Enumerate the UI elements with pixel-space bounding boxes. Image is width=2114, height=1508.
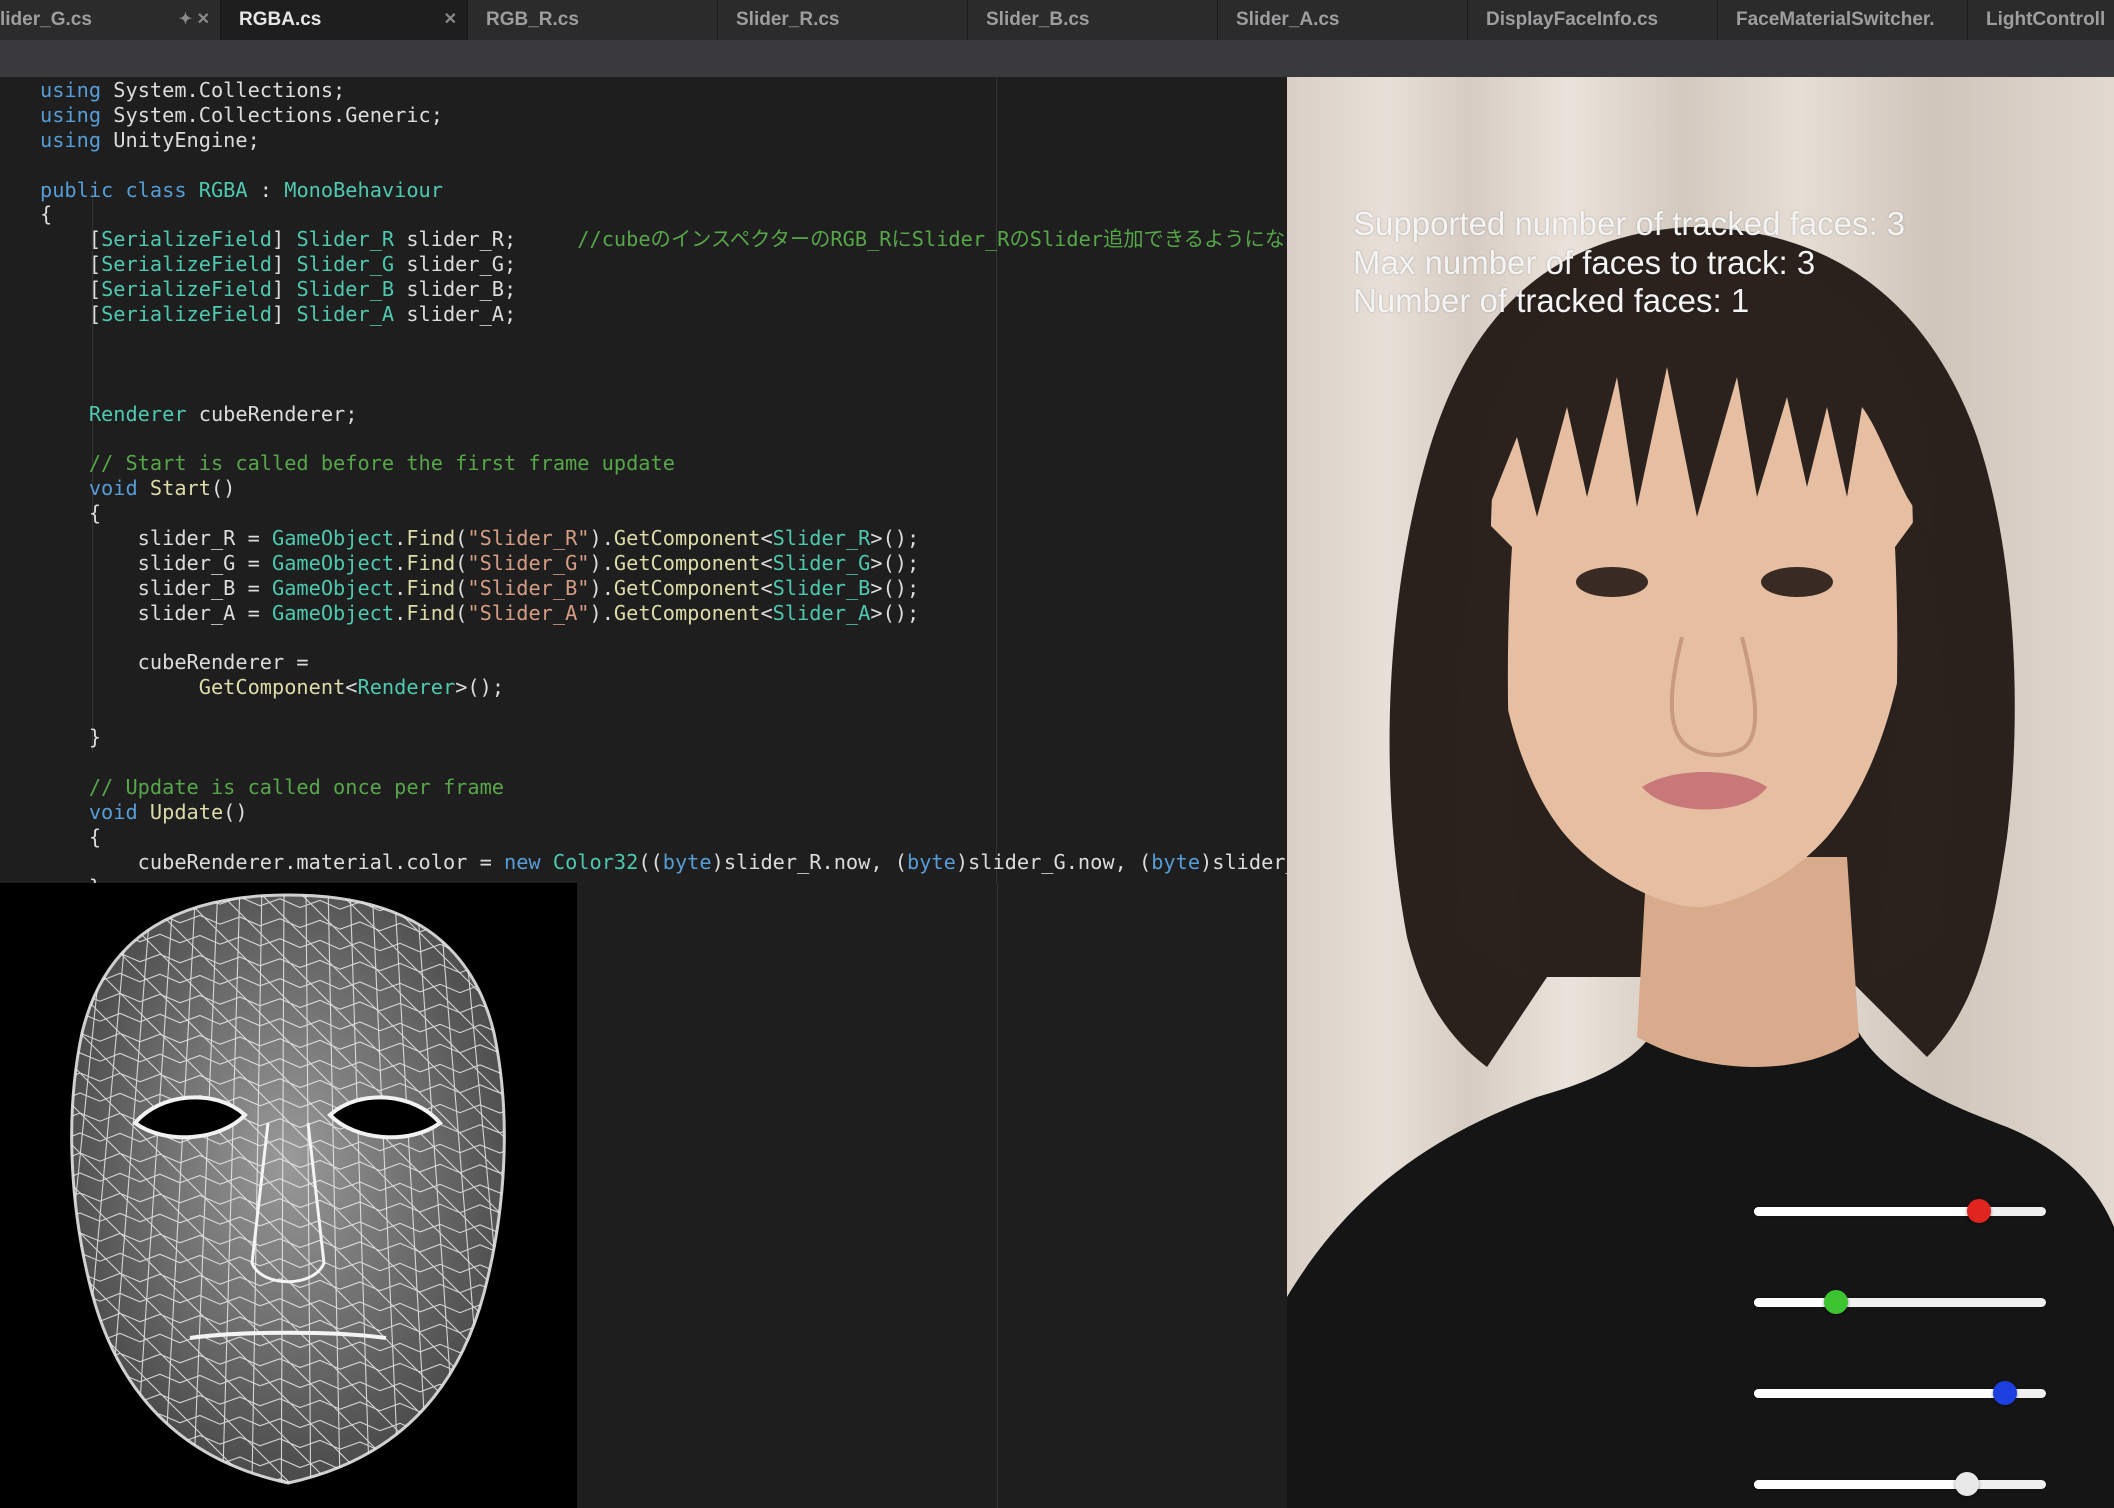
code-line[interactable]: // Update is called once per frame — [40, 775, 1287, 800]
slider-fill — [1754, 1389, 2005, 1398]
code-line[interactable] — [40, 626, 1287, 651]
code-line[interactable] — [40, 153, 1287, 178]
tab-label: LightControll — [1986, 9, 2106, 30]
supported-faces-text: Supported number of tracked faces: 3 — [1353, 205, 1906, 242]
tab-label: RGBA.cs — [239, 9, 322, 30]
tab-rgba-cs[interactable]: RGBA.cs ✕ — [221, 0, 468, 40]
code-line[interactable]: public class RGBA : MonoBehaviour — [40, 178, 1287, 203]
tab-close-icon[interactable]: ✕ — [444, 0, 457, 40]
tab-label: Slider_R.cs — [736, 9, 840, 30]
code-line[interactable] — [40, 327, 1287, 352]
code-line[interactable]: Renderer cubeRenderer; — [40, 402, 1287, 427]
tab-label: Slider_B.cs — [986, 9, 1090, 30]
slider-alpha[interactable] — [1754, 1472, 2046, 1496]
tab-displayfaceinfo-cs[interactable]: DisplayFaceInfo.cs — [1468, 0, 1718, 40]
code-line[interactable]: GetComponent<Renderer>(); — [40, 675, 1287, 700]
code-line[interactable]: [SerializeField] Slider_R slider_R; //cu… — [40, 227, 1287, 252]
code-line[interactable]: using System.Collections.Generic; — [40, 103, 1287, 128]
face-tracking-info: Supported number of tracked faces: 3 Max… — [1353, 205, 1905, 321]
code-line[interactable]: using UnityEngine; — [40, 128, 1287, 153]
slider-red-knob[interactable] — [1967, 1199, 1991, 1223]
editor-toolbar-strip — [0, 40, 2114, 77]
tab-label: FaceMaterialSwitcher. — [1736, 9, 1935, 30]
code-editor-empty-area — [577, 883, 1287, 1508]
code-line[interactable]: [SerializeField] Slider_A slider_A; — [40, 302, 1287, 327]
tab-facematerialswitcher[interactable]: FaceMaterialSwitcher. — [1718, 0, 1968, 40]
code-editor[interactable]: using System.Collections; using System.Co… — [0, 77, 1287, 883]
face-mesh-preview — [0, 883, 577, 1508]
tab-label: RGB_R.cs — [486, 9, 579, 30]
code-line[interactable]: { — [40, 501, 1287, 526]
code-line[interactable] — [40, 377, 1287, 402]
tab-label: DisplayFaceInfo.cs — [1486, 9, 1659, 30]
code-line[interactable]: cubeRenderer.material.color = new Color3… — [40, 850, 1287, 875]
tab-lightcontroll[interactable]: LightControll — [1968, 0, 2114, 40]
tab-label: lider_G.cs — [0, 9, 92, 30]
code-line[interactable]: using System.Collections; — [40, 78, 1287, 103]
tracked-faces-text: Number of tracked faces: 1 — [1353, 282, 1750, 319]
tab-lider-g-cs[interactable]: lider_G.cs ✦ ✕ — [0, 0, 221, 40]
code-line[interactable]: cubeRenderer = — [40, 650, 1287, 675]
tab-rgb-r-cs[interactable]: RGB_R.cs — [468, 0, 718, 40]
code-line[interactable]: [SerializeField] Slider_G slider_G; — [40, 252, 1287, 277]
slider-green[interactable] — [1754, 1290, 2046, 1314]
code-line[interactable]: slider_B = GameObject.Find("Slider_B").G… — [40, 576, 1287, 601]
code-line[interactable]: } — [40, 725, 1287, 750]
slider-fill — [1754, 1480, 1967, 1489]
face-outline — [70, 893, 506, 1485]
code-line[interactable] — [40, 750, 1287, 775]
ar-camera-view: Supported number of tracked faces: 3 Max… — [1287, 77, 2114, 1508]
tab-slider-r-cs[interactable]: Slider_R.cs — [718, 0, 968, 40]
max-faces-text: Max number of faces to track: 3 — [1353, 243, 1816, 281]
slider-alpha-knob[interactable] — [1955, 1472, 1979, 1496]
editor-tab-bar: lider_G.cs ✦ ✕ RGBA.cs ✕ RGB_R.cs Slider_R.cs… — [0, 0, 2114, 40]
slider-fill — [1754, 1207, 1979, 1216]
tab-slider-a-cs[interactable]: Slider_A.cs — [1218, 0, 1468, 40]
tab-label: Slider_A.cs — [1236, 9, 1340, 30]
code-line[interactable] — [40, 426, 1287, 451]
slider-red[interactable] — [1754, 1199, 2046, 1223]
source-code[interactable]: using System.Collections; using System.Co… — [40, 78, 1287, 883]
code-line[interactable]: // Start is called before the first fram… — [40, 451, 1287, 476]
tab-close-icon[interactable]: ✦ ✕ — [179, 0, 210, 40]
code-line[interactable]: { — [40, 825, 1287, 850]
code-line[interactable]: void Update() — [40, 800, 1287, 825]
code-line[interactable]: [SerializeField] Slider_B slider_B; — [40, 277, 1287, 302]
code-line[interactable]: slider_R = GameObject.Find("Slider_R").G… — [40, 526, 1287, 551]
slider-blue-knob[interactable] — [1993, 1381, 2017, 1405]
slider-blue[interactable] — [1754, 1381, 2046, 1405]
code-line[interactable]: slider_G = GameObject.Find("Slider_G").G… — [40, 551, 1287, 576]
tab-slider-b-cs[interactable]: Slider_B.cs — [968, 0, 1218, 40]
code-line[interactable]: slider_A = GameObject.Find("Slider_A").G… — [40, 601, 1287, 626]
code-line[interactable]: void Start() — [40, 476, 1287, 501]
code-line[interactable] — [40, 700, 1287, 725]
code-line[interactable]: { — [40, 202, 1287, 227]
face-mesh-wireframe — [70, 893, 506, 1485]
column-guide — [997, 883, 998, 1508]
slider-green-knob[interactable] — [1824, 1290, 1848, 1314]
code-line[interactable] — [40, 352, 1287, 377]
code-line[interactable]: } — [40, 875, 1287, 884]
